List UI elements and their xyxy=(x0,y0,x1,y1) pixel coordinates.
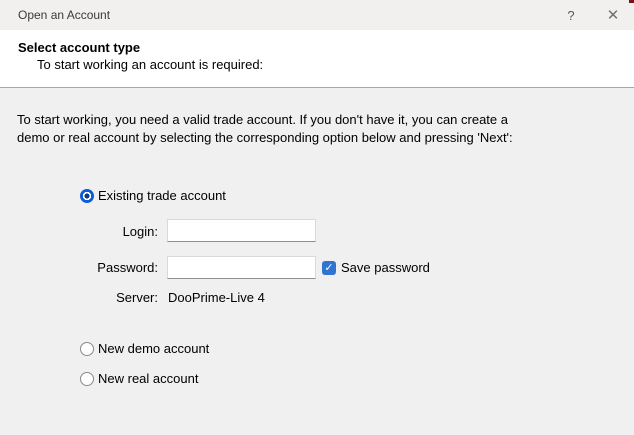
radio-icon[interactable] xyxy=(80,372,94,386)
radio-demo-label: New demo account xyxy=(98,341,209,356)
login-input[interactable] xyxy=(167,219,316,242)
radio-real-label: New real account xyxy=(98,371,198,386)
intro-text: To start working, you need a valid trade… xyxy=(17,111,517,146)
radio-icon[interactable] xyxy=(80,342,94,356)
password-label: Password: xyxy=(60,260,158,275)
password-input[interactable] xyxy=(167,256,316,279)
page-subtitle: To start working an account is required: xyxy=(37,57,263,72)
save-password-option[interactable]: ✓ Save password xyxy=(322,260,430,275)
open-account-dialog: Open an Account ? ✕ Select account type … xyxy=(0,0,634,435)
radio-existing-label: Existing trade account xyxy=(98,188,226,203)
login-label: Login: xyxy=(60,224,158,239)
radio-icon[interactable] xyxy=(80,189,94,203)
server-value: DooPrime-Live 4 xyxy=(168,290,265,305)
save-password-label: Save password xyxy=(341,260,430,275)
radio-new-demo-account[interactable]: New demo account xyxy=(80,341,209,356)
titlebar[interactable]: Open an Account ? ✕ xyxy=(0,0,634,30)
help-icon: ? xyxy=(567,8,574,23)
save-password-checkbox[interactable]: ✓ xyxy=(322,261,336,275)
screen-corner-artifact xyxy=(629,0,634,3)
page-title: Select account type xyxy=(18,40,140,55)
radio-existing-trade-account[interactable]: Existing trade account xyxy=(80,188,226,203)
radio-new-real-account[interactable]: New real account xyxy=(80,371,198,386)
close-icon: ✕ xyxy=(607,6,620,24)
server-label: Server: xyxy=(60,290,158,305)
help-button[interactable]: ? xyxy=(550,0,592,30)
window-title: Open an Account xyxy=(0,8,550,22)
wizard-header: Select account type To start working an … xyxy=(0,30,634,88)
close-button[interactable]: ✕ xyxy=(592,0,634,30)
